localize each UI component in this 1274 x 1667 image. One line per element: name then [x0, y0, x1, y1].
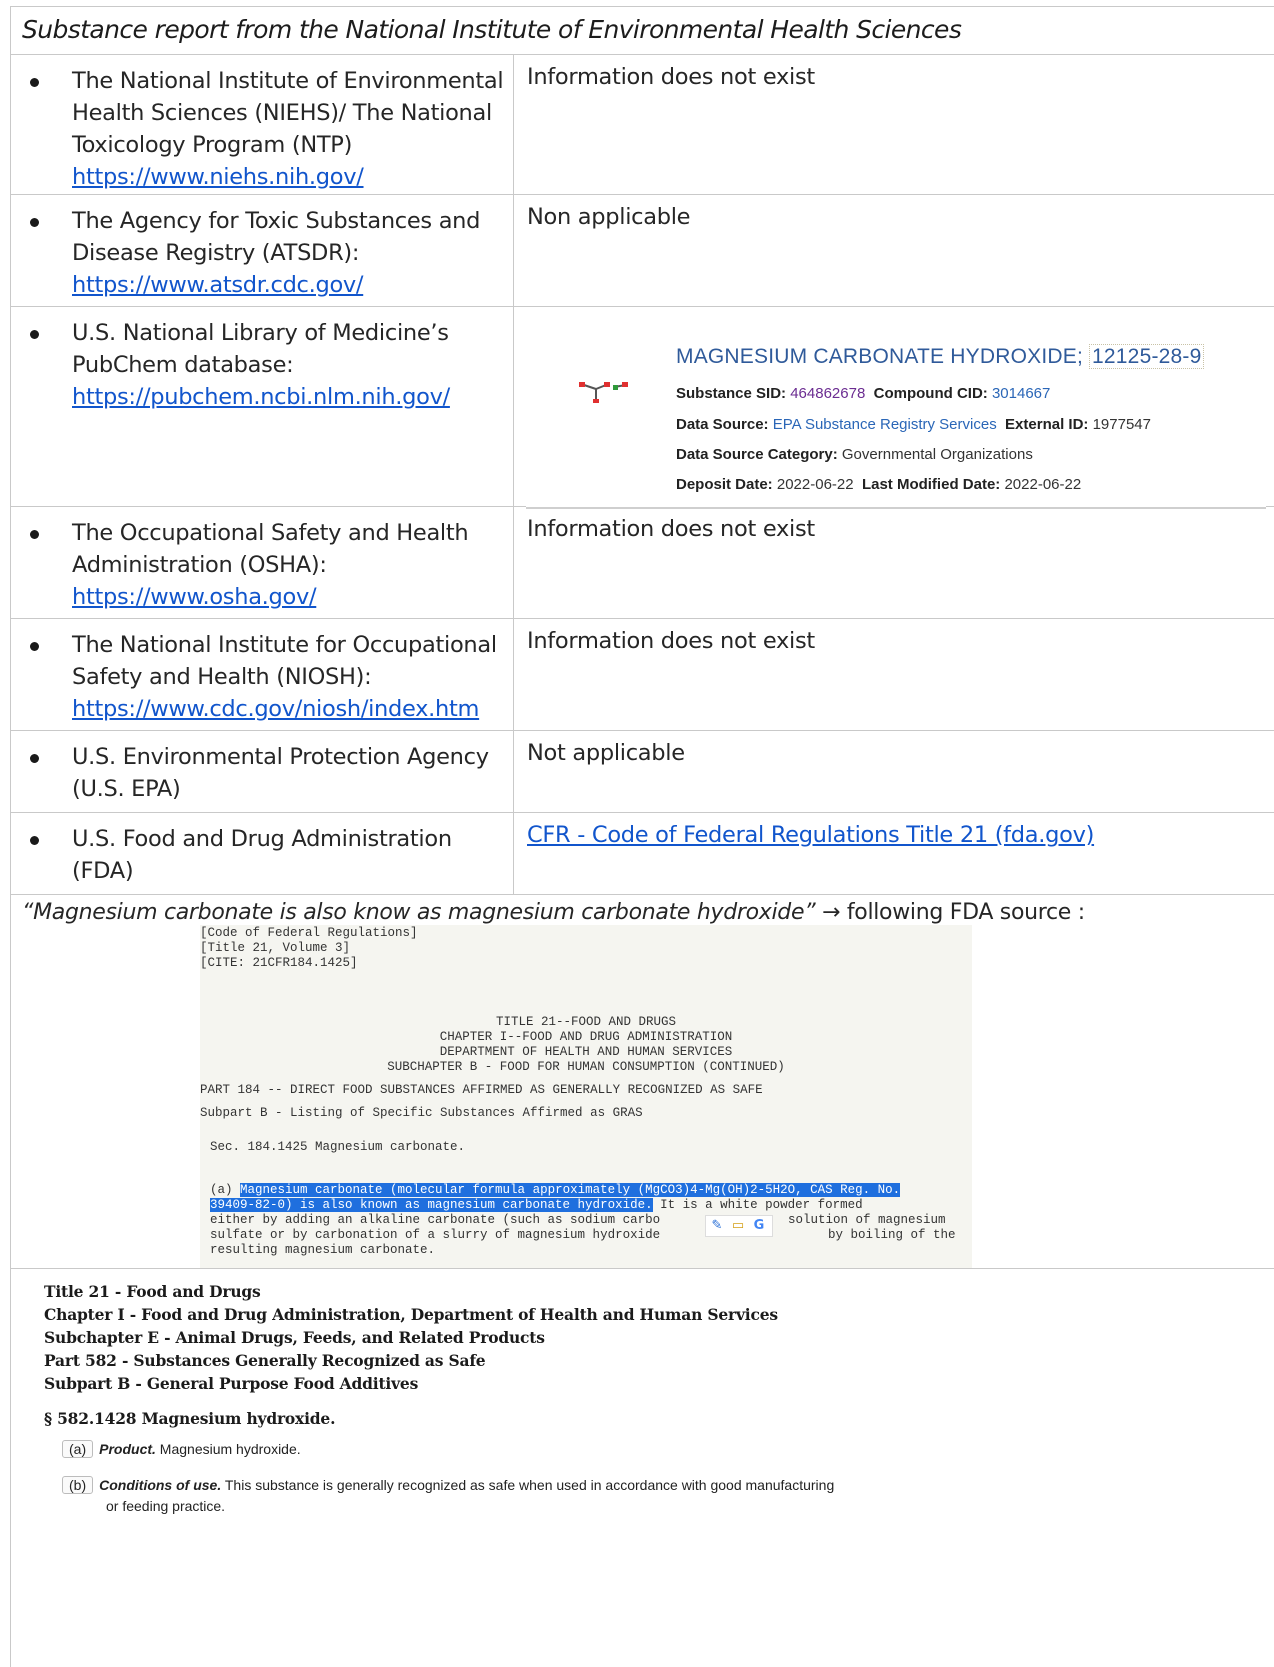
quote-suffix: → following FDA source : — [815, 900, 1085, 925]
bullet-icon — [30, 218, 39, 227]
result-cell: Information does not exist — [514, 55, 1274, 194]
ecfr-part: Part 582 - Substances Generally Recogniz… — [44, 1351, 486, 1370]
molecule-structure-icon — [579, 382, 628, 403]
cfr-line: [CITE: 21CFR184.1425] — [200, 956, 358, 970]
cfr-line: sulfate or by carbonation of a slurry of… — [210, 1228, 661, 1242]
result-text: Information does not exist — [527, 628, 815, 654]
cfr-line: DEPARTMENT OF HEALTH AND HUMAN SERVICES — [439, 1045, 733, 1059]
ecfr-chapter: Chapter I - Food and Drug Administration… — [44, 1305, 778, 1324]
ecfr-paragraph-b: (b) Conditions of use. This substance is … — [62, 1476, 834, 1494]
cfr-line: [Title 21, Volume 3] — [200, 941, 351, 955]
agency-name-line: (FDA) — [72, 858, 134, 884]
agency-cell: The Occupational Safety and Health Admin… — [10, 507, 514, 618]
agency-name-line: Disease Registry (ATSDR): — [72, 240, 360, 266]
pubchem-source-line: Data Source: EPA Substance Registry Serv… — [676, 416, 1151, 433]
cfr-line: solution of magnesium — [788, 1213, 946, 1227]
cfr-line: 39409-82-0) is also known as magnesium c… — [210, 1198, 863, 1212]
table-row: U.S. Food and Drug Administration (FDA) … — [10, 813, 1274, 895]
divider — [10, 1268, 1274, 1269]
agency-name-line: The Occupational Safety and Health — [72, 520, 469, 546]
agency-cell: U.S. National Library of Medicine’s PubC… — [10, 307, 514, 506]
agency-cell: The National Institute of Environmental … — [10, 55, 514, 194]
cfr-line: resulting magnesium carbonate. — [210, 1243, 436, 1257]
cfr-screenshot: [Code of Federal Regulations] [Title 21,… — [200, 925, 972, 1268]
result-cell: CFR - Code of Federal Regulations Title … — [514, 813, 1274, 894]
table-row: U.S. National Library of Medicine’s PubC… — [10, 307, 1274, 509]
result-text: Non applicable — [527, 204, 691, 230]
agency-name-line: The National Institute of Environmental — [72, 68, 504, 94]
cfr-line: Subpart B - Listing of Specific Substanc… — [200, 1106, 643, 1120]
bullet-icon — [30, 754, 39, 763]
pencil-icon[interactable]: ✎ — [709, 1218, 725, 1234]
agency-name-line: The National Institute for Occupational — [72, 632, 497, 658]
agency-cell: The Agency for Toxic Substances and Dise… — [10, 195, 514, 306]
bullet-icon — [30, 78, 39, 87]
result-cell: Not applicable — [514, 731, 1274, 812]
table-row: The National Institute for Occupational … — [10, 619, 1274, 731]
bullet-icon — [30, 530, 39, 539]
ecfr-paragraph-a: (a) Product. Magnesium hydroxide. — [62, 1440, 301, 1458]
result-cell: MAGNESIUM CARBONATE HYDROXIDE; 12125-28-… — [514, 307, 1274, 509]
table-row: U.S. Environmental Protection Agency (U.… — [10, 731, 1274, 813]
agency-cell: U.S. Environmental Protection Agency (U.… — [10, 731, 514, 812]
agency-link[interactable]: https://www.niehs.nih.gov/ — [72, 161, 512, 193]
cfr-line: [Code of Federal Regulations] — [200, 926, 418, 940]
report-header: Substance report from the National Insti… — [10, 6, 1274, 55]
agency-cell: The National Institute for Occupational … — [10, 619, 514, 730]
ecfr-subchapter: Subchapter E - Animal Drugs, Feeds, and … — [44, 1328, 545, 1347]
agency-link[interactable]: https://www.osha.gov/ — [72, 581, 512, 613]
agency-name-line: U.S. National Library of Medicine’s — [72, 320, 449, 346]
agency-name-line: Health Sciences (NIEHS)/ The National — [72, 100, 492, 126]
result-text: Information does not exist — [527, 516, 815, 542]
ecfr-subpart: Subpart B - General Purpose Food Additiv… — [44, 1374, 419, 1393]
ecfr-title: Title 21 - Food and Drugs — [44, 1282, 261, 1301]
quote-text: “Magnesium carbonate is also know as mag… — [22, 900, 816, 925]
agency-name-line: U.S. Food and Drug Administration — [72, 826, 452, 852]
pubchem-result-card: MAGNESIUM CARBONATE HYDROXIDE; 12125-28-… — [526, 321, 1266, 509]
google-search-icon[interactable]: G — [751, 1218, 767, 1234]
agency-link[interactable]: https://www.cdc.gov/niosh/index.htm — [72, 693, 512, 725]
result-cell: Information does not exist — [514, 507, 1274, 618]
agency-cell: U.S. Food and Drug Administration (FDA) — [10, 813, 514, 894]
result-cell: Information does not exist — [514, 619, 1274, 730]
agency-name-line: Administration (OSHA): — [72, 552, 327, 578]
result-cell: Non applicable — [514, 195, 1274, 306]
agency-name-line: Safety and Health (NIOSH): — [72, 664, 372, 690]
table-row: The Agency for Toxic Substances and Dise… — [10, 195, 1274, 307]
comment-icon[interactable]: ▭ — [730, 1218, 746, 1234]
cfr-line: CHAPTER I--FOOD AND DRUG ADMINISTRATION — [439, 1030, 733, 1044]
ecfr-paragraph-b-cont: or feeding practice. — [106, 1498, 226, 1514]
cfr-line: either by adding an alkaline carbonate (… — [210, 1213, 661, 1227]
pubchem-ids-line: Substance SID: 464862678 Compound CID: 3… — [676, 385, 1051, 402]
fda-quote: “Magnesium carbonate is also know as mag… — [22, 900, 1085, 925]
table-row: The National Institute of Environmental … — [10, 55, 1274, 195]
pubchem-category-line: Data Source Category: Governmental Organ… — [676, 446, 1033, 463]
agency-name-line: PubChem database: — [72, 352, 294, 378]
agency-name-line: U.S. Environmental Protection Agency — [72, 744, 489, 770]
cfr-line: by boiling of the — [828, 1228, 956, 1242]
agency-name-line: (U.S. EPA) — [72, 776, 181, 802]
table-row: The Occupational Safety and Health Admin… — [10, 507, 1274, 619]
result-text: Information does not exist — [527, 64, 815, 90]
cfr-line: SUBCHAPTER B - FOOD FOR HUMAN CONSUMPTIO… — [387, 1060, 785, 1074]
bullet-icon — [30, 330, 39, 339]
result-text: Not applicable — [527, 740, 685, 766]
agency-link[interactable]: https://pubchem.ncbi.nlm.nih.gov/ — [72, 381, 512, 413]
bullet-icon — [30, 836, 39, 845]
cfr-link[interactable]: CFR - Code of Federal Regulations Title … — [527, 822, 1094, 848]
agency-name-line: Toxicology Program (NTP) — [72, 132, 353, 158]
pubchem-title[interactable]: MAGNESIUM CARBONATE HYDROXIDE; 12125-28-… — [676, 344, 1205, 369]
cfr-line: PART 184 -- DIRECT FOOD SUBSTANCES AFFIR… — [200, 1083, 763, 1097]
ecfr-section-heading: § 582.1428 Magnesium hydroxide. — [44, 1409, 336, 1428]
agency-link[interactable]: https://www.atsdr.cdc.gov/ — [72, 269, 512, 301]
report-title: Substance report from the National Insti… — [22, 15, 962, 44]
cfr-line: (a) Magnesium carbonate (molecular formu… — [210, 1183, 901, 1197]
pubchem-dates-line: Deposit Date: 2022-06-22 Last Modified D… — [676, 476, 1082, 493]
cfr-line: Sec. 184.1425 Magnesium carbonate. — [210, 1140, 466, 1154]
bullet-icon — [30, 642, 39, 651]
agency-name-line: The Agency for Toxic Substances and — [72, 208, 481, 234]
cfr-line: TITLE 21--FOOD AND DRUGS — [495, 1015, 677, 1029]
selection-toolbar: ✎ ▭ G — [705, 1215, 773, 1237]
